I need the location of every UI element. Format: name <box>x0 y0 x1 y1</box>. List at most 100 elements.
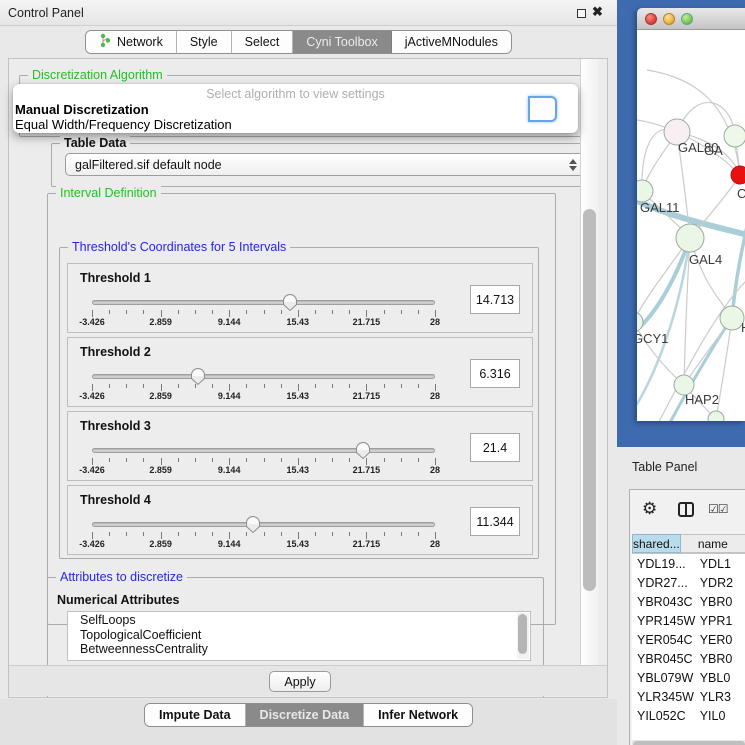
threshold-panel: Threshold 1-3.4262.8599.14415.4321.71528… <box>67 263 533 333</box>
float-window-icon[interactable] <box>577 9 586 18</box>
network-graph: GAL80GACGAL11GAL4GCY1HHAP2 <box>637 30 745 421</box>
network-node-gal4[interactable] <box>676 224 704 252</box>
table-row[interactable]: YLR345WYLR3 <box>632 687 745 706</box>
cell-shared-name: YDL19... <box>632 557 696 571</box>
cell-shared-name: YBR045C <box>632 652 696 666</box>
zoom-traffic-icon[interactable] <box>681 13 693 25</box>
table-row[interactable]: YIL052CYIL0 <box>632 706 745 725</box>
table-data-combo[interactable]: galFiltered.sif default node <box>65 153 587 176</box>
slider-axis-labels: -3.4262.8599.14415.4321.71528 <box>92 391 435 403</box>
threshold-slider-thumb[interactable] <box>282 293 298 312</box>
apply-button[interactable]: Apply <box>269 671 331 692</box>
tab-label: Cyni Toolbox <box>306 35 377 49</box>
node-table[interactable]: shared... name YDL19...YDL1YDR27...YDR2Y… <box>632 534 745 745</box>
cell-shared-name: YBL079W <box>632 671 696 685</box>
cell-name: YPR1 <box>696 614 745 628</box>
table-row[interactable]: YER054CYER0 <box>632 630 745 649</box>
tab-cyni-toolbox[interactable]: Cyni Toolbox <box>293 31 391 53</box>
cell-name: YLR3 <box>696 690 745 704</box>
table-panel: Table Panel ⚙ ☑☑ shared... name YDL19...… <box>617 447 745 745</box>
network-node-gcy1[interactable] <box>637 312 643 332</box>
algorithm-popup-hint: Select algorithm to view settings <box>13 87 578 101</box>
attribute-item[interactable]: BetweennessCentrality <box>68 643 516 658</box>
network-view-window[interactable]: GAL80GACGAL11GAL4GCY1HHAP2 <box>637 8 745 421</box>
close-traffic-icon[interactable] <box>645 13 657 25</box>
table-row[interactable]: YDR27...YDR2 <box>632 573 745 592</box>
threshold-list: Threshold 1-3.4262.8599.14415.4321.71528… <box>67 263 533 559</box>
slider-axis-labels: -3.4262.8599.14415.4321.71528 <box>92 317 435 329</box>
threshold-panel: Threshold 4-3.4262.8599.14415.4321.71528… <box>67 485 533 555</box>
cell-shared-name: YIL052C <box>632 709 696 723</box>
threshold-slider-track[interactable] <box>92 522 435 527</box>
gear-icon[interactable]: ⚙ <box>642 499 657 519</box>
network-window-titlebar[interactable] <box>637 8 745 30</box>
tab-network[interactable]: Network <box>86 31 177 53</box>
control-panel-titlebar: Control Panel ✖ <box>0 0 617 26</box>
tab-select[interactable]: Select <box>232 31 294 53</box>
threshold-value-field[interactable]: 21.4 <box>470 433 520 462</box>
slider-ticks <box>92 310 435 317</box>
columns-icon[interactable] <box>678 502 694 517</box>
close-icon[interactable]: ✖ <box>592 4 603 20</box>
table-row[interactable]: YBR043CYBR0 <box>632 592 745 611</box>
select-columns-icon[interactable]: ☑☑ <box>708 502 728 516</box>
threshold-panel: Threshold 3-3.4262.8599.14415.4321.71528… <box>67 411 533 481</box>
slider-ticks <box>92 532 435 539</box>
table-panel-body: ⚙ ☑☑ shared... name YDL19...YDL1YDR27...… <box>629 489 745 745</box>
cell-name: YBL0 <box>696 671 745 685</box>
network-node-c[interactable] <box>731 166 745 184</box>
table-row[interactable]: YPR145WYPR1 <box>632 611 745 630</box>
attribute-item[interactable]: TopologicalCoefficient <box>68 629 516 644</box>
table-toolbar: ⚙ ☑☑ <box>630 490 745 530</box>
table-panel-title: Table Panel <box>632 460 697 474</box>
app-root: { "window": { "title": "Control Panel" }… <box>0 0 745 745</box>
column-header-name[interactable]: name <box>681 534 745 553</box>
popup-item-manual-discretization[interactable]: Manual Discretization <box>15 102 149 117</box>
threshold-value-field[interactable]: 11.344 <box>470 507 520 536</box>
bottom-tab-bar: Impute DataDiscretize DataInfer Network <box>144 703 473 727</box>
tab-style[interactable]: Style <box>177 31 232 53</box>
numerical-attributes-heading: Numerical Attributes <box>57 593 179 607</box>
threshold-slider-thumb[interactable] <box>355 441 371 460</box>
slider-axis-labels: -3.4262.8599.14415.4321.71528 <box>92 465 435 477</box>
tab-infer-network[interactable]: Infer Network <box>364 704 472 726</box>
threshold-slider-thumb[interactable] <box>245 515 261 534</box>
threshold-label: Threshold 2 <box>80 345 151 359</box>
popup-item-equal-width-frequency[interactable]: Equal Width/Frequency Discretization <box>15 117 232 132</box>
cell-shared-name: YBR043C <box>632 595 696 609</box>
table-row[interactable]: YBR045CYBR0 <box>632 649 745 668</box>
table-row[interactable]: YBL079WYBL0 <box>632 668 745 687</box>
table-row[interactable]: YDL19...YDL1 <box>632 554 745 573</box>
threshold-slider-thumb[interactable] <box>190 367 206 386</box>
network-node-label: GAL4 <box>689 252 722 267</box>
content-scrollbar-thumb[interactable] <box>583 209 596 591</box>
network-node-ga[interactable] <box>724 125 745 147</box>
network-node[interactable] <box>708 411 724 421</box>
cyni-toolbox-content: Discretization Algorithm Table Data galF… <box>8 58 608 698</box>
cell-shared-name: YDR27... <box>632 576 696 590</box>
attributes-scrollbar[interactable] <box>517 613 529 659</box>
tab-discretize-data[interactable]: Discretize Data <box>246 704 365 726</box>
algorithm-group-title: Discretization Algorithm <box>28 68 167 82</box>
content-scrollbar[interactable] <box>580 59 599 665</box>
cell-name: YBR0 <box>696 652 745 666</box>
network-node-label: GAL11 <box>640 200 680 215</box>
threshold-slider-track[interactable] <box>92 448 435 453</box>
tab-label: Select <box>245 35 280 49</box>
algorithm-combo-focus-ring[interactable] <box>528 96 557 122</box>
threshold-value-field[interactable]: 6.316 <box>470 359 520 388</box>
table-header-row: shared... name <box>632 534 745 554</box>
cell-shared-name: YLR345W <box>632 690 696 704</box>
tab-jactivemnodules[interactable]: jActiveMNodules <box>392 31 511 53</box>
network-canvas[interactable]: GAL80GACGAL11GAL4GCY1HHAP2 <box>637 30 745 421</box>
threshold-value-field[interactable]: 14.713 <box>470 285 520 314</box>
algorithm-popup: Select algorithm to view settings Manual… <box>13 84 578 133</box>
threshold-slider-track[interactable] <box>92 300 435 305</box>
attribute-item[interactable]: SelfLoops <box>68 614 516 629</box>
minimize-traffic-icon[interactable] <box>663 13 675 25</box>
column-header-shared-name[interactable]: shared... <box>632 534 681 553</box>
tab-impute-data[interactable]: Impute Data <box>145 704 246 726</box>
table-horizontal-scrollbar[interactable] <box>632 740 745 745</box>
threshold-slider-track[interactable] <box>92 374 435 379</box>
attributes-list[interactable]: SelfLoopsTopologicalCoefficientBetweenne… <box>67 611 531 661</box>
